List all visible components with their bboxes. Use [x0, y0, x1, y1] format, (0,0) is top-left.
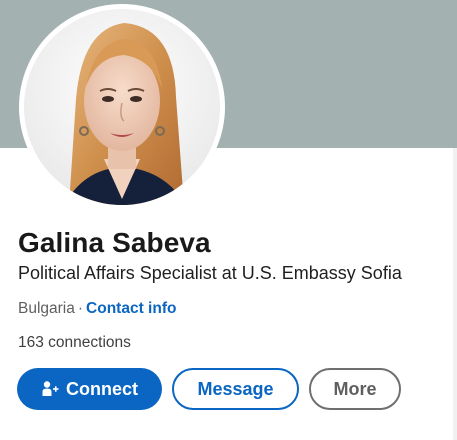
profile-name: Galina Sabeva [18, 227, 211, 258]
profile-photo [24, 9, 220, 205]
more-button[interactable]: More [309, 368, 401, 410]
location-separator: · [77, 300, 84, 317]
contact-info-link[interactable]: Contact info [86, 300, 176, 317]
profile-location: Bulgaria [18, 300, 75, 317]
location-row: Bulgaria · Contact info [18, 300, 176, 318]
message-button[interactable]: Message [172, 368, 299, 410]
profile-headline: Political Affairs Specialist at U.S. Emb… [18, 263, 402, 283]
card-edge [453, 148, 457, 440]
connect-label: Connect [66, 378, 138, 399]
profile-card: Galina Sabeva Political Affairs Speciali… [0, 0, 457, 440]
more-label: More [333, 378, 377, 399]
add-person-icon [42, 381, 59, 396]
message-label: Message [197, 378, 274, 399]
connect-button[interactable]: Connect [17, 368, 162, 410]
connections-count[interactable]: 163 connections [18, 334, 131, 352]
avatar[interactable] [24, 9, 220, 205]
